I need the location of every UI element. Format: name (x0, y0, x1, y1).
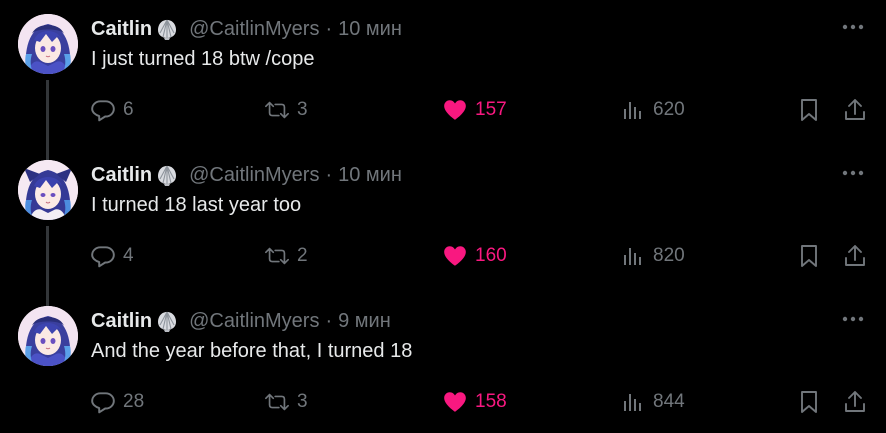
reply-button[interactable]: 28 (90, 384, 144, 420)
bookmark-button[interactable] (796, 238, 822, 274)
timestamp[interactable]: 9 мин (338, 310, 391, 333)
tweet-actions: 4 2 160 820 (0, 238, 886, 274)
heart-icon (442, 97, 468, 123)
share-icon (842, 243, 868, 269)
bookmark-button[interactable] (796, 92, 822, 128)
views-count: 820 (653, 245, 685, 266)
reply-button[interactable]: 4 (90, 238, 134, 274)
like-button[interactable]: 158 (442, 384, 507, 420)
more-icon[interactable] (840, 309, 866, 329)
reply-count: 28 (123, 391, 145, 412)
avatar[interactable] (18, 14, 78, 74)
tweet[interactable]: Caitlin @CaitlinMyers · 10 мин I turned … (0, 146, 886, 306)
author-name[interactable]: Caitlin (91, 310, 152, 333)
retweet-count: 3 (297, 391, 308, 412)
reply-icon (90, 389, 116, 415)
share-button[interactable] (842, 384, 868, 420)
author-name[interactable]: Caitlin (91, 164, 152, 187)
heart-icon (442, 389, 468, 415)
views-icon (620, 97, 646, 123)
share-icon (842, 97, 868, 123)
tweet-actions: 28 3 158 844 (0, 384, 886, 420)
share-button[interactable] (842, 92, 868, 128)
views-icon (620, 243, 646, 269)
reply-icon (90, 243, 116, 269)
heart-icon (442, 243, 468, 269)
views-button[interactable]: 820 (620, 238, 685, 274)
retweet-icon (264, 243, 290, 269)
share-icon (842, 389, 868, 415)
retweet-button[interactable]: 3 (264, 384, 308, 420)
tweet[interactable]: Caitlin @CaitlinMyers · 9 мин And the ye… (0, 292, 886, 433)
bookmark-icon (796, 389, 822, 415)
retweet-count: 3 (297, 99, 308, 120)
views-count: 620 (653, 99, 685, 120)
retweet-icon (264, 389, 290, 415)
tweet-header: Caitlin @CaitlinMyers · 10 мин (91, 161, 402, 189)
retweet-button[interactable]: 3 (264, 92, 308, 128)
views-button[interactable]: 844 (620, 384, 685, 420)
timestamp[interactable]: 10 мин (338, 164, 402, 187)
reply-count: 6 (123, 99, 134, 120)
tweet[interactable]: Caitlin @CaitlinMyers · 10 мин I just tu… (0, 0, 886, 160)
retweet-icon (264, 97, 290, 123)
views-icon (620, 389, 646, 415)
more-icon[interactable] (840, 17, 866, 37)
tweet-thread: Caitlin @CaitlinMyers · 10 мин I just tu… (0, 0, 886, 433)
views-button[interactable]: 620 (620, 92, 685, 128)
reply-button[interactable]: 6 (90, 92, 134, 128)
reply-count: 4 (123, 245, 134, 266)
tweet-actions: 6 3 157 620 (0, 92, 886, 128)
tweet-header: Caitlin @CaitlinMyers · 10 мин (91, 15, 402, 43)
tweet-text: I turned 18 last year too (91, 194, 302, 216)
shell-icon (155, 17, 179, 41)
separator-dot: · (325, 17, 333, 40)
tweet-text: I just turned 18 btw /cope (91, 48, 315, 70)
shell-icon (155, 163, 179, 187)
avatar[interactable] (18, 160, 78, 220)
bookmark-button[interactable] (796, 384, 822, 420)
avatar[interactable] (18, 306, 78, 366)
shell-icon (155, 309, 179, 333)
retweet-button[interactable]: 2 (264, 238, 308, 274)
views-count: 844 (653, 391, 685, 412)
author-name[interactable]: Caitlin (91, 18, 152, 41)
bookmark-icon (796, 97, 822, 123)
author-handle[interactable]: @CaitlinMyers (189, 310, 319, 333)
author-handle[interactable]: @CaitlinMyers (189, 18, 319, 41)
tweet-header: Caitlin @CaitlinMyers · 9 мин (91, 307, 391, 335)
separator-dot: · (325, 309, 333, 332)
share-button[interactable] (842, 238, 868, 274)
like-count: 158 (475, 391, 507, 412)
separator-dot: · (325, 163, 333, 186)
more-icon[interactable] (840, 163, 866, 183)
like-count: 157 (475, 99, 507, 120)
author-handle[interactable]: @CaitlinMyers (189, 164, 319, 187)
like-count: 160 (475, 245, 507, 266)
like-button[interactable]: 157 (442, 92, 507, 128)
retweet-count: 2 (297, 245, 308, 266)
reply-icon (90, 97, 116, 123)
tweet-text: And the year before that, I turned 18 (91, 340, 413, 362)
timestamp[interactable]: 10 мин (338, 18, 402, 41)
like-button[interactable]: 160 (442, 238, 507, 274)
bookmark-icon (796, 243, 822, 269)
